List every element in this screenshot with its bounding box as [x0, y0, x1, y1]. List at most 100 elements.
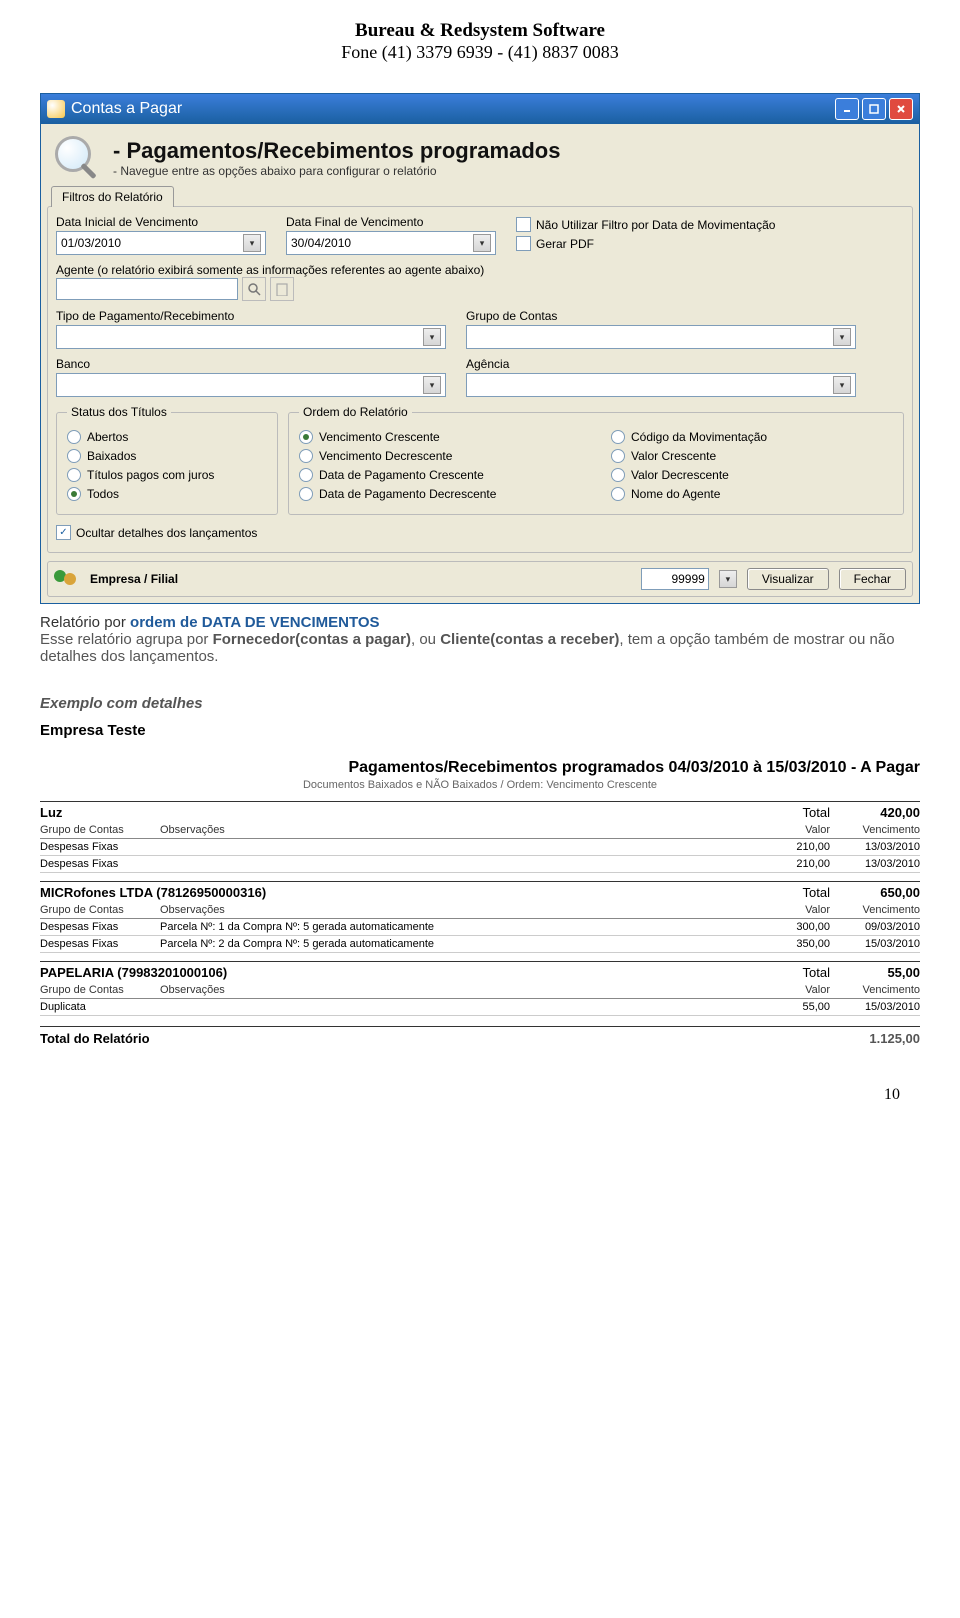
company-name: Bureau & Redsystem Software	[0, 20, 960, 42]
visualizar-button[interactable]: Visualizar	[747, 568, 829, 590]
label-banco: Banco	[56, 357, 446, 371]
radio-icon	[67, 449, 81, 463]
group-total: 55,00	[830, 965, 920, 980]
radio-icon	[611, 430, 625, 444]
status-radio[interactable]: Todos	[67, 487, 267, 501]
checkbox-ocultar[interactable]: ✓ Ocultar detalhes dos lançamentos	[56, 525, 904, 540]
checkbox-nao-utilizar[interactable]: Não Utilizar Filtro por Data de Moviment…	[516, 217, 775, 232]
group-name: PAPELARIA (79983201000106)	[40, 965, 227, 980]
label-agencia: Agência	[466, 357, 856, 371]
agencia-combo[interactable]: ▾	[466, 373, 856, 397]
report-data-row: Despesas Fixas210,0013/03/2010	[40, 856, 920, 873]
document-header: Bureau & Redsystem Software Fone (41) 33…	[0, 0, 960, 73]
group-name: Luz	[40, 805, 62, 820]
maximize-button[interactable]	[862, 98, 886, 120]
radio-label: Vencimento Crescente	[319, 430, 440, 444]
window-footer: Empresa / Filial 99999 ▾ Visualizar Fech…	[47, 561, 913, 597]
ordem-radio[interactable]: Valor Decrescente	[611, 468, 893, 482]
ordem-radio[interactable]: Data de Pagamento Crescente	[299, 468, 581, 482]
agente-input[interactable]	[56, 278, 238, 300]
data-inicial-input[interactable]: 01/03/2010 ▾	[56, 231, 266, 255]
empresa-filial-label: Empresa / Filial	[90, 572, 178, 586]
tab-filtros[interactable]: Filtros do Relatório	[51, 186, 174, 207]
ordem-radio[interactable]: Data de Pagamento Decrescente	[299, 487, 581, 501]
page-subtitle: - Navegue entre as opções abaixo para co…	[113, 164, 560, 178]
fechar-button[interactable]: Fechar	[839, 568, 906, 590]
status-fieldset: Status dos Títulos AbertosBaixadosTítulo…	[56, 405, 278, 515]
chevron-down-icon[interactable]: ▾	[719, 570, 737, 588]
radio-label: Vencimento Decrescente	[319, 449, 452, 463]
empresa-num-value: 99999	[671, 572, 704, 586]
ordem-radio[interactable]: Vencimento Decrescente	[299, 449, 581, 463]
report-group-header: PAPELARIA (79983201000106)Total55,00	[40, 961, 920, 980]
grupo-combo[interactable]: ▾	[466, 325, 856, 349]
radio-icon	[611, 487, 625, 501]
report-data-row: Duplicata55,0015/03/2010	[40, 999, 920, 1016]
column-header-row: Grupo de ContasObservaçõesValorVenciment…	[40, 982, 920, 999]
radio-icon	[611, 449, 625, 463]
status-radio[interactable]: Títulos pagos com juros	[67, 468, 267, 482]
agente-search-button[interactable]	[242, 277, 266, 301]
close-button[interactable]	[889, 98, 913, 120]
checkbox-label: Não Utilizar Filtro por Data de Moviment…	[536, 218, 775, 232]
radio-label: Valor Crescente	[631, 449, 716, 463]
radio-label: Títulos pagos com juros	[87, 468, 214, 482]
report-group-header: LuzTotal420,00	[40, 801, 920, 820]
ordem-radio[interactable]: Código da Movimentação	[611, 430, 893, 444]
status-radio[interactable]: Abertos	[67, 430, 267, 444]
caption-text: Relatório por ordem de DATA DE VENCIMENT…	[40, 614, 920, 665]
app-icon	[47, 100, 65, 118]
company-phone: Fone (41) 3379 6939 - (41) 8837 0083	[0, 42, 960, 63]
radio-icon	[67, 468, 81, 482]
radio-icon	[299, 449, 313, 463]
empresa-num-input[interactable]: 99999	[641, 568, 709, 590]
window-titlebar: Contas a Pagar	[41, 94, 919, 124]
column-header-row: Grupo de ContasObservaçõesValorVenciment…	[40, 902, 920, 919]
page-title: - Pagamentos/Recebimentos programados	[113, 138, 560, 164]
radio-icon	[611, 468, 625, 482]
ordem-radio[interactable]: Vencimento Crescente	[299, 430, 581, 444]
chevron-down-icon[interactable]: ▾	[243, 234, 261, 252]
report-data-row: Despesas FixasParcela Nº: 2 da Compra Nº…	[40, 936, 920, 953]
report-total-label: Total do Relatório	[40, 1031, 150, 1046]
page-number: 10	[0, 1086, 900, 1104]
report-title: Pagamentos/Recebimentos programados 04/0…	[40, 759, 920, 777]
chevron-down-icon[interactable]: ▾	[423, 376, 441, 394]
tipo-combo[interactable]: ▾	[56, 325, 446, 349]
example-label: Exemplo com detalhes	[40, 695, 920, 712]
report-subtitle: Documentos Baixados e NÃO Baixados / Ord…	[40, 779, 920, 791]
chevron-down-icon[interactable]: ▾	[833, 376, 851, 394]
ordem-radio[interactable]: Nome do Agente	[611, 487, 893, 501]
banco-combo[interactable]: ▾	[56, 373, 446, 397]
report-company: Empresa Teste	[40, 722, 920, 739]
radio-label: Data de Pagamento Crescente	[319, 468, 484, 482]
radio-icon	[299, 430, 313, 444]
people-icon	[54, 568, 80, 590]
radio-label: Valor Decrescente	[631, 468, 729, 482]
label-agente: Agente (o relatório exibirá somente as i…	[56, 263, 484, 277]
minimize-button[interactable]	[835, 98, 859, 120]
data-final-input[interactable]: 30/04/2010 ▾	[286, 231, 496, 255]
radio-icon	[67, 430, 81, 444]
report-data-row: Despesas FixasParcela Nº: 1 da Compra Nº…	[40, 919, 920, 936]
chevron-down-icon[interactable]: ▾	[473, 234, 491, 252]
checkbox-gerar-pdf[interactable]: Gerar PDF	[516, 236, 775, 251]
window-title: Contas a Pagar	[71, 100, 182, 118]
data-inicial-value: 01/03/2010	[61, 236, 121, 250]
status-radio[interactable]: Baixados	[67, 449, 267, 463]
ordem-radio[interactable]: Valor Crescente	[611, 449, 893, 463]
label-data-ini: Data Inicial de Vencimento	[56, 215, 266, 229]
checkbox-icon: ✓	[56, 525, 71, 540]
radio-label: Nome do Agente	[631, 487, 720, 501]
app-window: Contas a Pagar - Pagamentos/Recebimentos…	[40, 93, 920, 604]
report-total-value: 1.125,00	[869, 1031, 920, 1046]
report-output: Empresa Teste Pagamentos/Recebimentos pr…	[40, 722, 920, 1046]
total-label: Total	[770, 885, 830, 900]
chevron-down-icon[interactable]: ▾	[833, 328, 851, 346]
label-grupo: Grupo de Contas	[466, 309, 856, 323]
chevron-down-icon[interactable]: ▾	[423, 328, 441, 346]
ordem-legend: Ordem do Relatório	[299, 405, 412, 419]
agente-clear-button[interactable]	[270, 277, 294, 301]
data-final-value: 30/04/2010	[291, 236, 351, 250]
filter-panel: Data Inicial de Vencimento 01/03/2010 ▾ …	[47, 206, 913, 553]
